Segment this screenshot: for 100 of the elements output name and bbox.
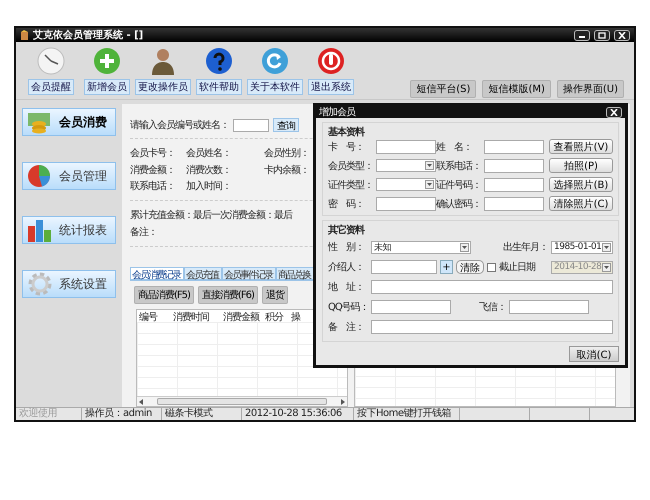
- field-label: 飞信：: [479, 301, 506, 314]
- field-label: 消费次数：: [186, 164, 232, 177]
- toolbar-button[interactable]: 短信模版(M): [482, 80, 551, 98]
- dropdown-arrow-icon[interactable]: [602, 242, 611, 252]
- field-label: 会员姓名：: [186, 147, 232, 160]
- field-label: 联系电话：: [436, 160, 482, 172]
- field-label: 会员性别：: [264, 146, 309, 160]
- maximize-button[interactable]: [594, 30, 610, 40]
- toolbar-button[interactable]: 操作界面(U): [556, 80, 624, 98]
- field-label: 出生年月：: [503, 240, 548, 254]
- tab[interactable]: 会员事件记录: [222, 267, 276, 280]
- input-field[interactable]: [371, 280, 613, 294]
- status-text: 欢迎使用: [16, 408, 82, 420]
- sidebar-item[interactable]: 会员消费: [22, 108, 116, 136]
- help-icon: [204, 46, 234, 76]
- dropdown-field[interactable]: [376, 159, 436, 172]
- cancel-button[interactable]: 取消(C): [569, 346, 619, 362]
- dialog-title: 增加会员: [319, 106, 355, 119]
- action-button[interactable]: 商品消费(F5): [134, 286, 194, 304]
- dropdown-arrow-icon[interactable]: [425, 161, 434, 170]
- toolbar-button[interactable]: 软件帮助: [196, 79, 242, 95]
- input-field[interactable]: [484, 158, 544, 172]
- group-title: 基本资料: [328, 126, 366, 139]
- dropdown-field[interactable]: 未知: [371, 240, 471, 254]
- toolbar-button[interactable]: 更改操作员: [135, 79, 191, 95]
- dropdown-arrow-icon[interactable]: [425, 180, 434, 189]
- input-field[interactable]: [509, 300, 589, 314]
- action-button[interactable]: 直接消费(F6): [198, 286, 258, 304]
- photo-button[interactable]: 选择照片(B): [549, 177, 613, 192]
- maximize-icon: [598, 32, 606, 38]
- action-button[interactable]: 退货: [262, 286, 288, 304]
- close-button[interactable]: [606, 106, 622, 118]
- toolbar-button[interactable]: 退出系统: [308, 79, 354, 95]
- field-label: 联系电话：: [130, 180, 176, 194]
- field-label: 备 注：: [328, 320, 365, 334]
- dropdown-arrow-icon[interactable]: [460, 242, 469, 252]
- search-field[interactable]: [233, 118, 269, 132]
- field-label: 累计充值金额：: [130, 208, 193, 222]
- close-icon: [618, 32, 626, 38]
- gear-icon: [27, 272, 53, 296]
- input-field[interactable]: [376, 140, 436, 154]
- field-label: 会员类型：: [328, 160, 374, 172]
- group-title: 其它资料: [328, 223, 366, 237]
- field-label: 证件号码：: [436, 178, 482, 192]
- field-label: 姓 名：: [436, 140, 473, 154]
- status-text: 磁条卡模式: [162, 408, 242, 420]
- input-field[interactable]: [371, 300, 451, 314]
- toolbar-button[interactable]: 会员提醒: [28, 79, 74, 95]
- bar-chart-icon: [27, 218, 53, 242]
- minimize-button[interactable]: [574, 30, 590, 40]
- field-label: 地 址：: [328, 280, 365, 294]
- field-label: 消费金额：: [130, 164, 176, 177]
- dropdown-field[interactable]: [376, 178, 436, 191]
- sidebar-item[interactable]: 统计报表: [22, 216, 116, 244]
- tab[interactable]: 商品兑换: [276, 267, 314, 280]
- field-label: 证件类型：: [328, 178, 374, 192]
- close-button[interactable]: [614, 30, 630, 40]
- photo-button[interactable]: 查看照片(V): [549, 139, 613, 154]
- status-text: 2012-10-28 15:36:06: [242, 408, 354, 420]
- window-title: 艾克依会员管理系统 - []: [33, 28, 144, 42]
- column-header: 消费金额: [222, 310, 260, 324]
- toolbar-button[interactable]: 关于本软件: [247, 79, 303, 95]
- add-button[interactable]: +: [440, 260, 453, 274]
- sidebar-item[interactable]: 系统设置: [22, 270, 116, 298]
- field-label: 备注：: [130, 226, 158, 239]
- input-field[interactable]: [484, 178, 544, 192]
- input-field[interactable]: [371, 260, 437, 274]
- input-field[interactable]: [371, 320, 613, 334]
- horizontal-scrollbar[interactable]: [137, 396, 347, 406]
- scroll-left-icon[interactable]: [139, 398, 143, 405]
- field-label: 会员卡号：: [130, 146, 176, 160]
- plus-icon: [92, 46, 122, 76]
- tab[interactable]: 会员充值: [184, 267, 222, 280]
- scroll-right-icon[interactable]: [341, 398, 345, 405]
- field-label: 介绍人：: [328, 261, 365, 274]
- input-field[interactable]: [376, 196, 436, 210]
- input-field[interactable]: [484, 140, 544, 154]
- clear-button[interactable]: 清除: [456, 260, 484, 274]
- coins-icon: [27, 110, 53, 134]
- column-header: 消费时间: [172, 310, 210, 324]
- photo-button[interactable]: 清除照片(C): [549, 196, 613, 211]
- status-text: 按下Home键打开钱箱: [354, 408, 460, 420]
- query-button[interactable]: 查询: [273, 118, 299, 132]
- field-label: 卡 号：: [328, 140, 365, 154]
- column-header: 操: [290, 311, 302, 324]
- app-icon: [20, 30, 29, 40]
- refresh-icon: [260, 46, 290, 76]
- column-header: 积分: [264, 311, 284, 324]
- field-label: 加入时间：: [186, 180, 232, 194]
- checkbox-label: 截止日期: [499, 260, 535, 274]
- tab[interactable]: 会员消费记录: [130, 267, 184, 280]
- toolbar-button[interactable]: 新增会员: [84, 79, 130, 95]
- photo-button[interactable]: 拍照(P): [549, 158, 613, 173]
- field-label: 卡内余额：: [264, 164, 309, 177]
- sidebar-item[interactable]: 会员管理: [22, 162, 116, 190]
- pie-chart-icon: [27, 164, 53, 188]
- date-field[interactable]: 1985-01-01: [551, 240, 613, 254]
- column-header: 编号: [138, 310, 158, 324]
- input-field[interactable]: [484, 196, 544, 210]
- toolbar-button[interactable]: 短信平台(S): [410, 80, 476, 98]
